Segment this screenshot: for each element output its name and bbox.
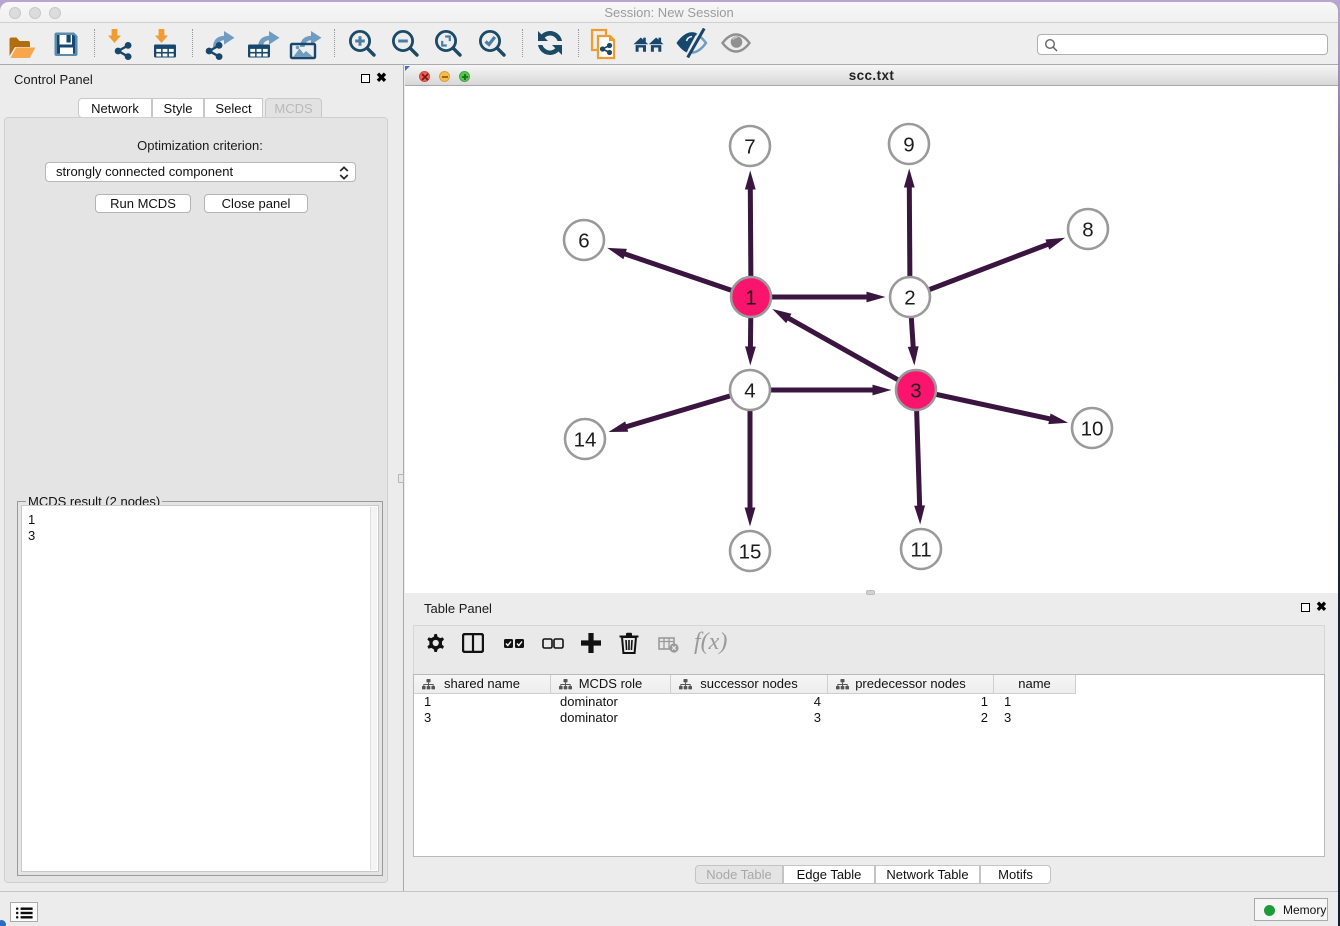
svg-text:11: 11 (910, 539, 931, 562)
svg-text:1: 1 (745, 287, 756, 310)
svg-text:10: 10 (1081, 418, 1104, 441)
svg-text:8: 8 (1082, 219, 1093, 242)
svg-text:9: 9 (903, 134, 914, 157)
svg-text:15: 15 (739, 541, 762, 564)
svg-text:2: 2 (904, 287, 915, 310)
svg-text:14: 14 (574, 429, 597, 452)
svg-text:3: 3 (910, 380, 921, 403)
svg-text:7: 7 (744, 136, 755, 159)
svg-text:4: 4 (744, 380, 755, 403)
svg-text:6: 6 (578, 230, 589, 253)
